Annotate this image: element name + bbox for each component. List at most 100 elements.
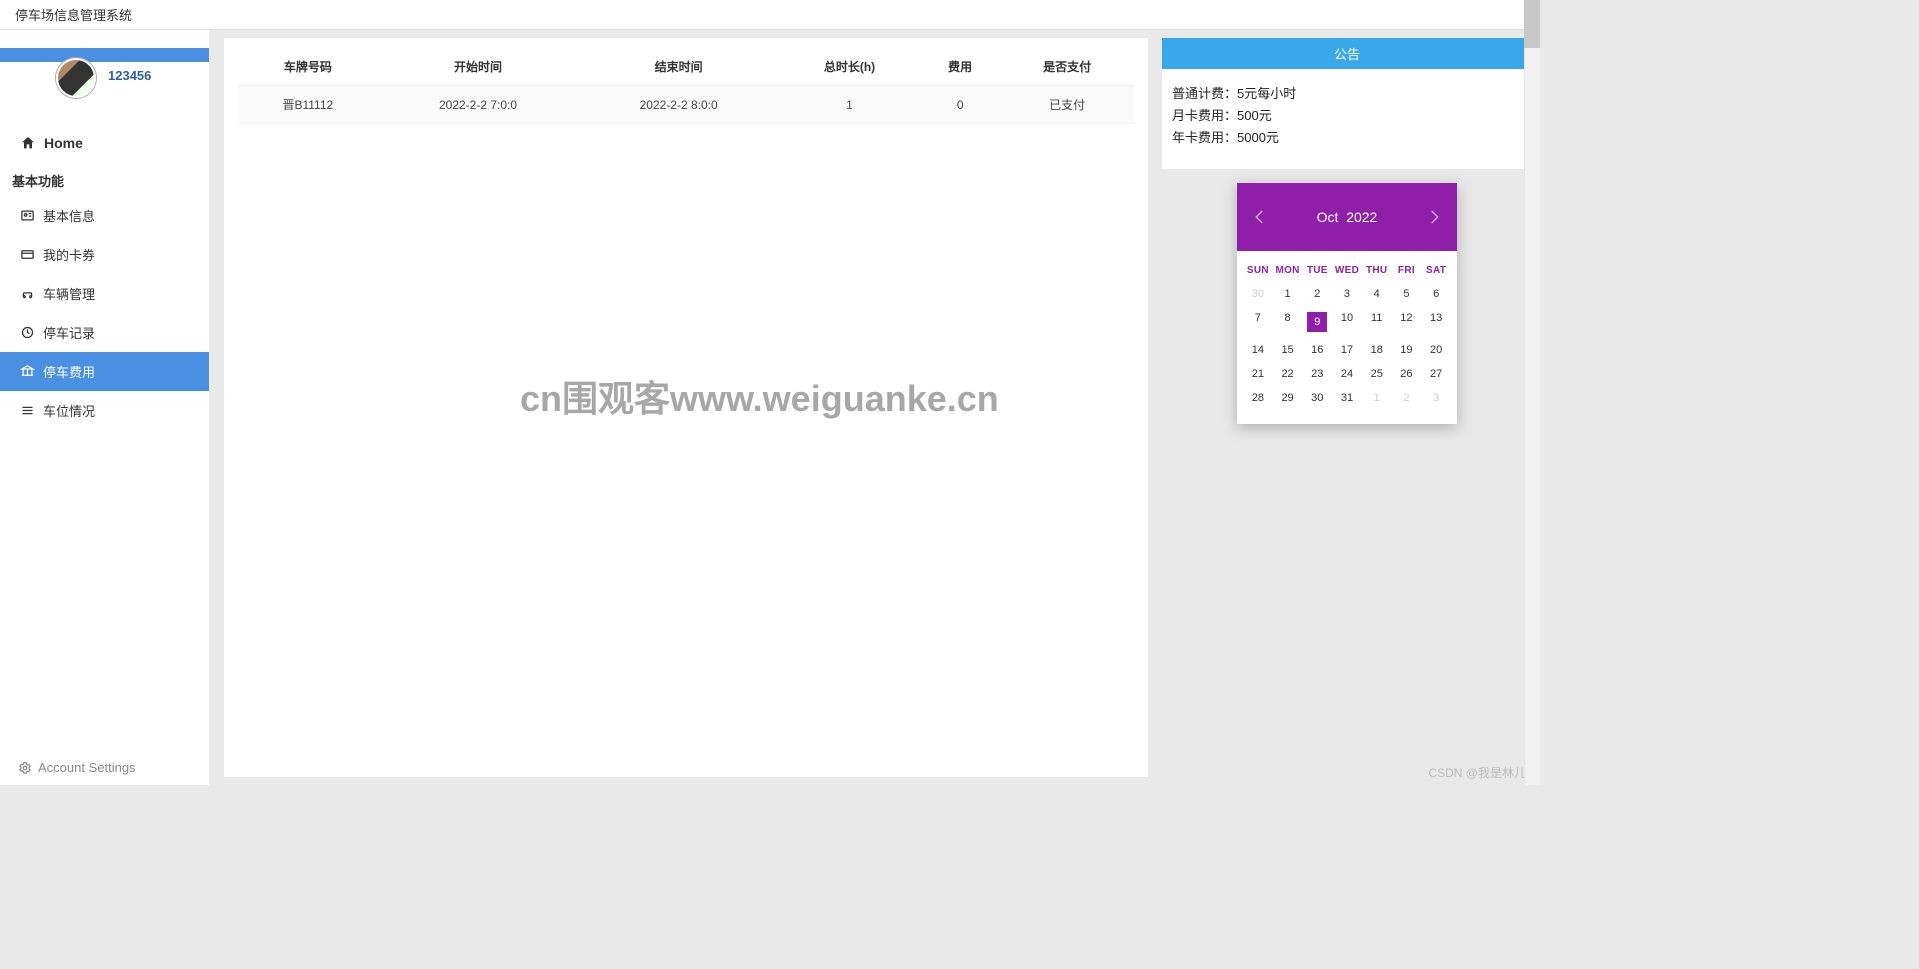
calendar-dow: SUN (1243, 259, 1273, 282)
sidebar-item-2[interactable]: 车辆管理 (0, 274, 209, 313)
scrollbar-track[interactable] (1524, 0, 1540, 785)
sidebar-item-0[interactable]: 基本信息 (0, 196, 209, 235)
home-icon (20, 135, 36, 151)
clock-icon (20, 325, 35, 340)
calendar-day-outside: 2 (1392, 386, 1422, 410)
sidebar: 123456 Home 基本功能 基本信息我的卡券车辆管理停车记录停车费用车位情… (0, 30, 210, 785)
sidebar-item-label: 基本信息 (43, 206, 95, 225)
calendar-dow: WED (1332, 259, 1362, 282)
table-header: 总时长(h) (779, 48, 920, 86)
calendar-dow: SAT (1421, 259, 1451, 282)
banner-shape-icon (0, 30, 209, 125)
sidebar-item-label: 停车费用 (43, 362, 95, 381)
calendar-day[interactable]: 30 (1302, 386, 1332, 410)
avatar[interactable] (56, 58, 96, 98)
calendar-day[interactable]: 16 (1302, 338, 1332, 362)
table-cell: 2022-2-2 8:0:0 (578, 86, 779, 124)
gear-icon (18, 761, 32, 775)
calendar-day[interactable]: 27 (1421, 362, 1451, 386)
table-cell: 晋B11112 (238, 86, 378, 124)
calendar-day-outside: 3 (1421, 386, 1451, 410)
calendar-dow: MON (1273, 259, 1303, 282)
calendar-day[interactable]: 17 (1332, 338, 1362, 362)
calendar-dow: FRI (1392, 259, 1422, 282)
sidebar-item-label: 车位情况 (43, 401, 95, 420)
user-banner: 123456 (0, 30, 209, 125)
calendar-day[interactable]: 20 (1421, 338, 1451, 362)
calendar-day[interactable]: 5 (1392, 282, 1422, 306)
chevron-right-icon[interactable] (1425, 208, 1443, 226)
calendar-month: Oct (1317, 209, 1339, 225)
calendar-year: 2022 (1346, 209, 1377, 225)
table-cell: 1 (779, 86, 920, 124)
calendar-day[interactable]: 26 (1392, 362, 1422, 386)
app-title: 停车场信息管理系统 (15, 5, 132, 24)
calendar-dow: TUE (1302, 259, 1332, 282)
announcement-card: 公告 普通计费：5元每小时月卡费用：500元年卡费用：5000元 (1162, 38, 1532, 169)
calendar-dow: THU (1362, 259, 1392, 282)
calendar-day[interactable]: 4 (1362, 282, 1392, 306)
car-icon (20, 286, 35, 301)
calendar-day[interactable]: 15 (1273, 338, 1303, 362)
calendar-day[interactable]: 1 (1273, 282, 1303, 306)
table-row: 晋B111122022-2-2 7:0:02022-2-2 8:0:010已支付 (238, 86, 1134, 124)
calendar-day[interactable]: 6 (1421, 282, 1451, 306)
calendar: Oct 2022 SUNMONTUEWEDTHUFRISAT 301234567… (1237, 183, 1457, 424)
top-bar: 停车场信息管理系统 (0, 0, 1540, 30)
calendar-day[interactable]: 11 (1362, 306, 1392, 338)
fees-table: 车牌号码开始时间结束时间总时长(h)费用是否支付 晋B11112 2022-2-2… (238, 48, 1134, 124)
calendar-day[interactable]: 23 (1302, 362, 1332, 386)
table-cell: 0 (920, 86, 1000, 124)
calendar-day[interactable]: 29 (1273, 386, 1303, 410)
announcement-line: 年卡费用：5000元 (1172, 127, 1522, 149)
nav-home-label: Home (44, 135, 83, 151)
table-cell: 已支付 (1000, 86, 1134, 124)
calendar-day[interactable]: 14 (1243, 338, 1273, 362)
calendar-day[interactable]: 9 (1302, 306, 1332, 338)
sidebar-item-label: 停车记录 (43, 323, 95, 342)
nav-section-basic: 基本功能 (0, 161, 209, 196)
calendar-day[interactable]: 12 (1392, 306, 1422, 338)
calendar-day[interactable]: 8 (1273, 306, 1303, 338)
calendar-day[interactable]: 3 (1332, 282, 1362, 306)
table-header: 结束时间 (578, 48, 779, 86)
calendar-day[interactable]: 19 (1392, 338, 1422, 362)
calendar-day[interactable]: 21 (1243, 362, 1273, 386)
calendar-day[interactable]: 31 (1332, 386, 1362, 410)
sidebar-item-label: 车辆管理 (43, 284, 95, 303)
calendar-day[interactable]: 18 (1362, 338, 1392, 362)
nav-home[interactable]: Home (0, 125, 209, 161)
id-card-icon (20, 208, 35, 223)
account-settings-label: Account Settings (38, 760, 136, 775)
chevron-left-icon[interactable] (1251, 208, 1269, 226)
sidebar-item-label: 我的卡券 (43, 245, 95, 264)
sidebar-item-4[interactable]: 停车费用 (0, 352, 209, 391)
announcement-body: 普通计费：5元每小时月卡费用：500元年卡费用：5000元 (1162, 69, 1532, 169)
calendar-day[interactable]: 2 (1302, 282, 1332, 306)
calendar-day[interactable]: 28 (1243, 386, 1273, 410)
table-header: 是否支付 (1000, 48, 1134, 86)
table-header: 费用 (920, 48, 1000, 86)
calendar-day[interactable]: 25 (1362, 362, 1392, 386)
card-icon (20, 247, 35, 262)
bank-icon (20, 364, 35, 379)
calendar-day[interactable]: 24 (1332, 362, 1362, 386)
calendar-day[interactable]: 10 (1332, 306, 1362, 338)
announcement-line: 普通计费：5元每小时 (1172, 83, 1522, 105)
sidebar-item-3[interactable]: 停车记录 (0, 313, 209, 352)
calendar-day[interactable]: 7 (1243, 306, 1273, 338)
username[interactable]: 123456 (108, 68, 151, 83)
scrollbar-thumb[interactable] (1524, 0, 1540, 48)
calendar-day-outside: 30 (1243, 282, 1273, 306)
table-header: 开始时间 (378, 48, 579, 86)
calendar-day[interactable]: 22 (1273, 362, 1303, 386)
table-header: 车牌号码 (238, 48, 378, 86)
list-icon (20, 403, 35, 418)
sidebar-item-5[interactable]: 车位情况 (0, 391, 209, 430)
csdn-credit: CSDN @我是林儿 (1428, 764, 1526, 781)
account-settings[interactable]: Account Settings (0, 750, 209, 785)
calendar-day[interactable]: 13 (1421, 306, 1451, 338)
announcement-title: 公告 (1162, 38, 1532, 69)
sidebar-item-1[interactable]: 我的卡券 (0, 235, 209, 274)
calendar-day-outside: 1 (1362, 386, 1392, 410)
